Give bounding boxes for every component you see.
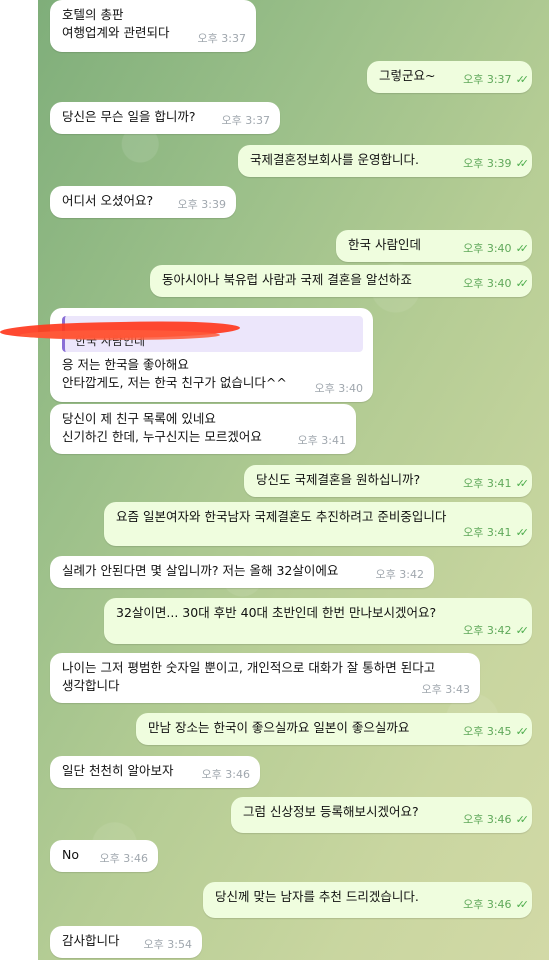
message-bubble[interactable]: 그럼 신상정보 등록해보시겠어요? 오후 3:46 ✓✓ (231, 797, 532, 833)
message-bubble[interactable]: No 오후 3:46 (50, 840, 158, 872)
message-bubble[interactable]: 한국 사람인데 오후 3:40 ✓✓ (336, 230, 532, 262)
message-time: 오후 3:40 (463, 277, 512, 290)
message-bubble[interactable]: 당신도 국제결혼을 원하십니까? 오후 3:41 ✓✓ (244, 465, 532, 497)
message-bubble[interactable]: 그렇군요~ 오후 3:37 ✓✓ (367, 61, 532, 93)
message-meta: 오후 3:46 ✓✓ (463, 811, 530, 829)
message-bubble[interactable]: 일단 천천히 알아보자 오후 3:46 (50, 756, 260, 788)
message-bubble[interactable]: 호텔의 총판 여행업계와 관련되다 오후 3:37 (50, 0, 256, 52)
message-meta: 오후 3:40 ✓✓ (463, 275, 530, 293)
read-checkmarks-icon: ✓✓ (515, 725, 530, 738)
message-bubble[interactable]: 요즘 일본여자와 한국남자 국제결혼도 추진하려고 준비중입니다 오후 3:41… (104, 502, 532, 546)
read-checkmarks-icon: ✓✓ (515, 477, 530, 490)
message-text: 실례가 안된다면 몇 살입니까? 저는 올해 32살이에요 (62, 563, 339, 578)
message-text: 나이는 그저 평범한 숫자일 뿐이고, 개인적으로 대화가 잘 통하면 된다고 … (62, 660, 436, 693)
message-time: 오후 3:43 (421, 683, 470, 696)
message-bubble[interactable]: 동아시아나 북유럽 사람과 국제 결혼을 알선하죠 오후 3:40 ✓✓ (150, 265, 532, 297)
message-meta: 오후 3:41 ✓✓ (463, 524, 530, 542)
message-time: 오후 3:46 (99, 852, 148, 865)
message-meta: 오후 3:46 ✓✓ (463, 896, 530, 914)
message-time: 오후 3:40 (314, 382, 363, 395)
message-bubble[interactable]: 나이는 그저 평범한 숫자일 뿐이고, 개인적으로 대화가 잘 통하면 된다고 … (50, 653, 480, 703)
message-time: 오후 3:45 (463, 725, 512, 738)
chat-background: 호텔의 총판 여행업계와 관련되다 오후 3:37 그렇군요~ 오후 3:37 ✓… (38, 0, 549, 960)
read-checkmarks-icon: ✓✓ (515, 898, 530, 911)
message-time: 오후 3:46 (463, 813, 512, 826)
message-time: 오후 3:37 (463, 73, 512, 86)
message-bubble[interactable]: 어디서 오셨어요? 오후 3:39 (50, 186, 236, 218)
message-bubble[interactable]: 만남 장소는 한국이 좋으실까요 일본이 좋으실까요 오후 3:45 ✓✓ (136, 713, 532, 745)
message-time: 오후 3:46 (201, 768, 250, 781)
message-time: 오후 3:46 (463, 898, 512, 911)
message-meta: 오후 3:42 ✓✓ (463, 622, 530, 640)
read-checkmarks-icon: ✓✓ (515, 73, 530, 86)
message-meta: 오후 3:39 ✓✓ (463, 155, 530, 173)
message-time: 오후 3:41 (463, 477, 512, 490)
message-time: 오후 3:37 (197, 32, 246, 45)
message-bubble[interactable]: 국제결혼정보회사를 운영합니다. 오후 3:39 ✓✓ (238, 145, 532, 177)
message-time: 오후 3:41 (297, 434, 346, 447)
message-bubble[interactable]: 실례가 안된다면 몇 살입니까? 저는 올해 32살이에요 오후 3:42 (50, 556, 434, 588)
read-checkmarks-icon: ✓✓ (515, 242, 530, 255)
message-meta: 오후 3:45 ✓✓ (463, 723, 530, 741)
message-meta: 오후 3:37 ✓✓ (463, 71, 530, 89)
read-checkmarks-icon: ✓✓ (515, 157, 530, 170)
message-bubble[interactable]: 당신은 무슨 일을 합니까? 오후 3:37 (50, 102, 280, 134)
message-time: 오후 3:42 (463, 624, 512, 637)
redaction-scribble (20, 330, 220, 340)
message-time: 오후 3:39 (177, 198, 226, 211)
message-bubble[interactable]: 당신께 맞는 남자를 추천 드리겠습니다. 오후 3:46 ✓✓ (203, 882, 532, 918)
message-bubble[interactable]: 32살이면... 30대 후반 40대 초반인데 한번 만나보시겠어요? 오후 … (104, 598, 532, 644)
read-checkmarks-icon: ✓✓ (515, 277, 530, 290)
message-time: 오후 3:41 (463, 526, 512, 539)
read-checkmarks-icon: ✓✓ (515, 813, 530, 826)
message-meta: 오후 3:40 ✓✓ (463, 240, 530, 258)
message-time: 오후 3:39 (463, 157, 512, 170)
message-time: 오후 3:54 (143, 938, 192, 951)
message-bubble[interactable]: 당신이 제 친구 목록에 있네요 신기하긴 한데, 누구신지는 모르겠어요 오후… (50, 404, 356, 454)
message-text: 32살이면... 30대 후반 40대 초반인데 한번 만나보시겠어요? (116, 605, 437, 620)
message-time: 오후 3:37 (221, 114, 270, 127)
message-text: 요즘 일본여자와 한국남자 국제결혼도 추진하려고 준비중입니다 (116, 509, 447, 524)
read-checkmarks-icon: ✓✓ (515, 624, 530, 637)
read-checkmarks-icon: ✓✓ (515, 526, 530, 539)
message-time: 오후 3:40 (463, 242, 512, 255)
message-meta: 오후 3:41 ✓✓ (463, 475, 530, 493)
message-time: 오후 3:42 (375, 568, 424, 581)
message-bubble[interactable]: 감사합니다 오후 3:54 (50, 926, 202, 958)
